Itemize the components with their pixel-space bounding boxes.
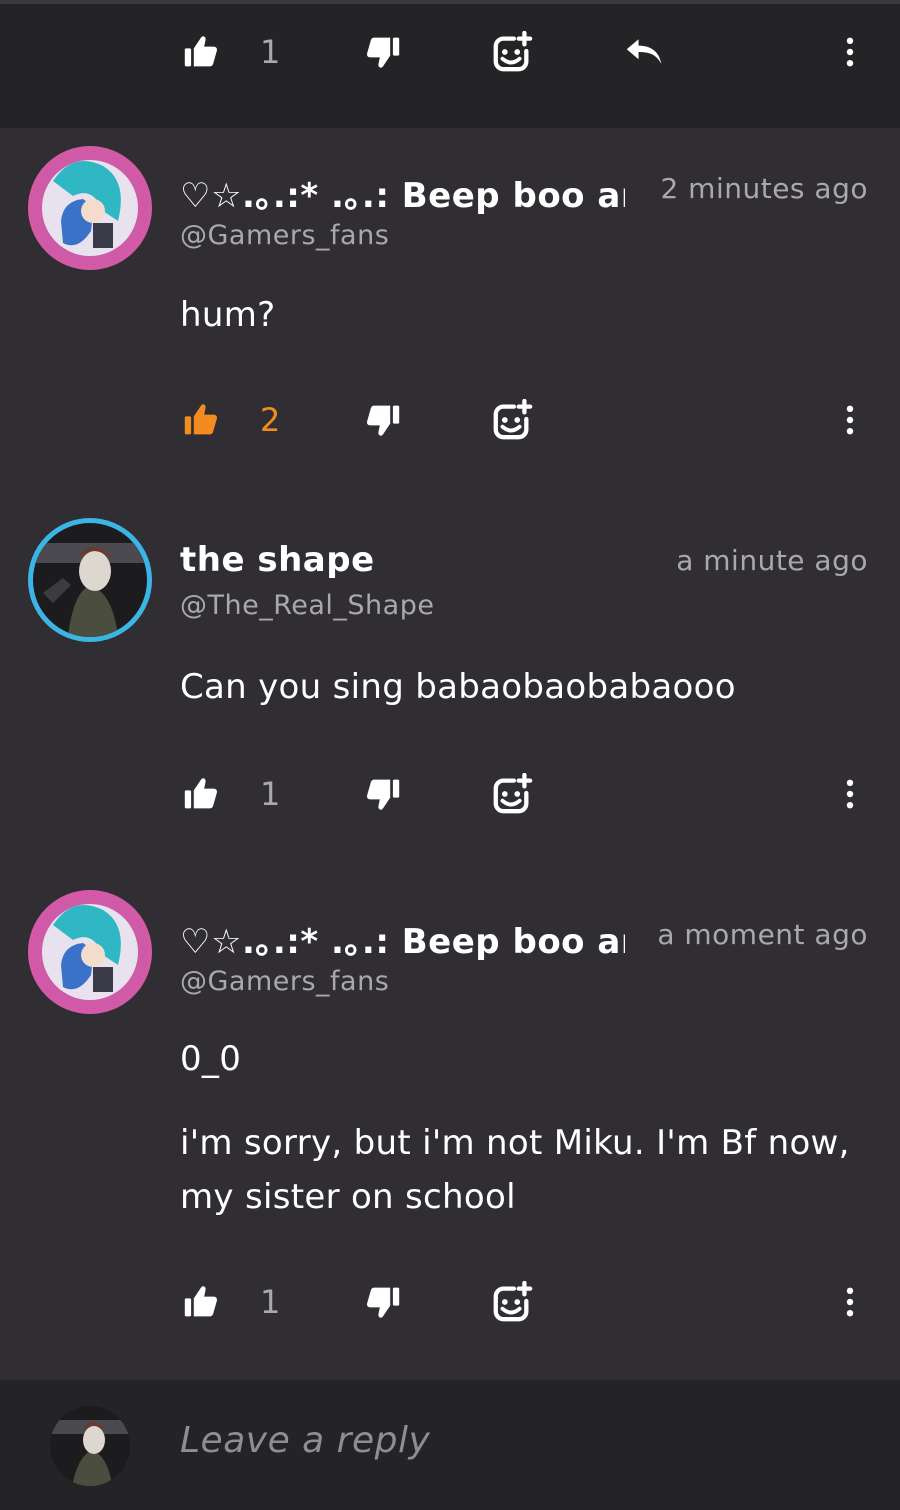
add-reaction-icon xyxy=(491,773,533,815)
add-reaction-button[interactable] xyxy=(490,1272,534,1332)
like-button[interactable] xyxy=(182,764,220,824)
add-reaction-icon xyxy=(491,1281,533,1323)
comment-author-name[interactable]: ♡☆.｡.:* .｡.: Beep boo and xyxy=(180,168,625,217)
thumbs-up-icon xyxy=(183,402,219,438)
thumbs-down-icon xyxy=(365,1284,401,1320)
add-reaction-icon xyxy=(491,31,533,73)
more-vertical-icon xyxy=(844,778,856,810)
more-vertical-icon xyxy=(844,36,856,68)
like-count: 2 xyxy=(260,401,281,439)
avatar[interactable] xyxy=(28,518,152,642)
like-button[interactable] xyxy=(182,22,220,82)
more-vertical-icon xyxy=(844,1286,856,1318)
like-count: 1 xyxy=(260,1283,281,1321)
current-user-avatar[interactable] xyxy=(50,1406,130,1486)
more-options-button[interactable] xyxy=(840,764,860,824)
action-row: 1 xyxy=(0,1272,900,1332)
comment-author-handle[interactable]: @The_Real_Shape xyxy=(180,590,434,621)
comment-paragraph: 0_0 xyxy=(180,1039,242,1079)
more-options-button[interactable] xyxy=(840,22,860,82)
reply-arrow-icon xyxy=(624,36,664,68)
reply-bar: Leave a reply xyxy=(0,1380,900,1510)
reply-button[interactable] xyxy=(622,22,666,82)
thumbs-up-icon xyxy=(183,34,219,70)
dislike-button[interactable] xyxy=(364,390,402,450)
avatar-image xyxy=(33,151,147,265)
thumbs-up-icon xyxy=(183,1284,219,1320)
comment-text: Can you sing babaobaobabaooo xyxy=(180,660,860,714)
dislike-button[interactable] xyxy=(364,1272,402,1332)
comment-author-name[interactable]: the shape xyxy=(180,540,625,580)
comment-text: hum? xyxy=(180,288,860,342)
dislike-button[interactable] xyxy=(364,764,402,824)
comment-text: 0_0 i'm sorry, but i'm not Miku. I'm Bf … xyxy=(180,1032,860,1224)
avatar-image xyxy=(33,523,147,637)
more-options-button[interactable] xyxy=(840,390,860,450)
comment-author-handle[interactable]: @Gamers_fans xyxy=(180,966,389,997)
comment-paragraph: i'm sorry, but i'm not Miku. I'm Bf now,… xyxy=(180,1123,850,1217)
like-button[interactable] xyxy=(182,390,220,450)
comment-author-name[interactable]: ♡☆.｡.:* .｡.: Beep boo and xyxy=(180,914,625,963)
avatar[interactable] xyxy=(28,890,152,1014)
reply-input[interactable]: Leave a reply xyxy=(180,1420,430,1461)
previous-comment-action-bar: 1 xyxy=(0,0,900,128)
like-count: 1 xyxy=(260,33,281,71)
add-reaction-icon xyxy=(491,399,533,441)
comment-timestamp: a moment ago xyxy=(657,918,868,951)
thumbs-down-icon xyxy=(365,34,401,70)
comment-paragraph: Can you sing babaobaobabaooo xyxy=(180,667,736,707)
avatar-image xyxy=(33,895,147,1009)
action-row: 1 xyxy=(0,22,900,82)
comment-timestamp: a minute ago xyxy=(676,544,868,577)
avatar-image xyxy=(50,1406,130,1486)
dislike-button[interactable] xyxy=(364,22,402,82)
thumbs-down-icon xyxy=(365,402,401,438)
action-row: 2 xyxy=(0,390,900,450)
comment-paragraph: hum? xyxy=(180,295,276,335)
like-button[interactable] xyxy=(182,1272,220,1332)
add-reaction-button[interactable] xyxy=(490,390,534,450)
add-reaction-button[interactable] xyxy=(490,22,534,82)
more-options-button[interactable] xyxy=(840,1272,860,1332)
thumbs-down-icon xyxy=(365,776,401,812)
comment-item: the shape a minute ago @The_Real_Shape C… xyxy=(0,500,900,872)
more-vertical-icon xyxy=(844,404,856,436)
comment-author-handle[interactable]: @Gamers_fans xyxy=(180,220,389,251)
add-reaction-button[interactable] xyxy=(490,764,534,824)
like-count: 1 xyxy=(260,775,281,813)
comment-timestamp: 2 minutes ago xyxy=(660,172,868,205)
action-row: 1 xyxy=(0,764,900,824)
avatar[interactable] xyxy=(28,146,152,270)
thumbs-up-icon xyxy=(183,776,219,812)
comment-item: ♡☆.｡.:* .｡.: Beep boo and 2 minutes ago … xyxy=(0,128,900,500)
comment-item: ♡☆.｡.:* .｡.: Beep boo and a moment ago @… xyxy=(0,872,900,1380)
